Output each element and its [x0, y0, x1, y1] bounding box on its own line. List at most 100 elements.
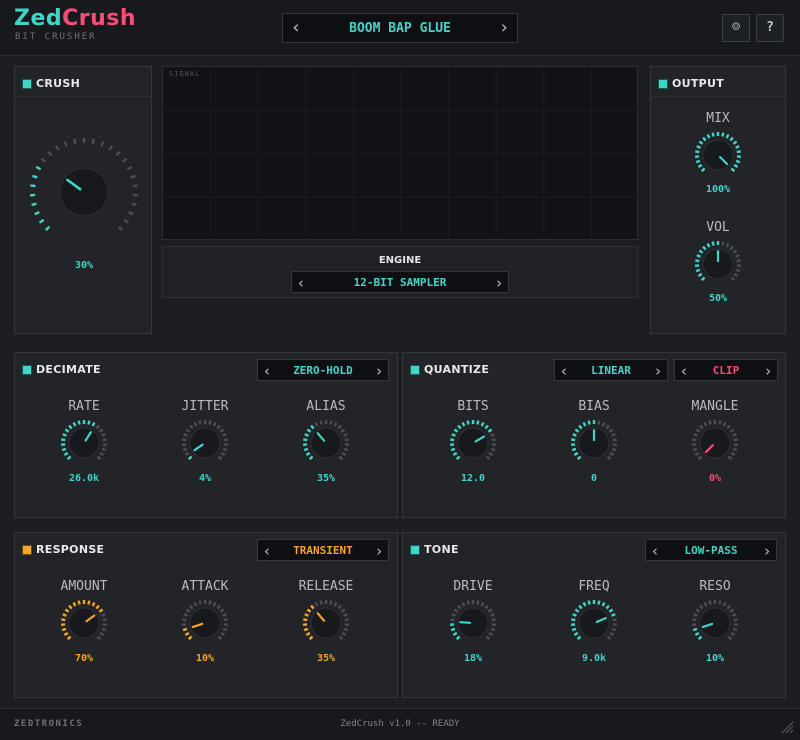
- knob-tick: [198, 420, 202, 425]
- freq-knob[interactable]: [570, 599, 618, 647]
- knob-tick: [91, 421, 96, 427]
- amount-knob[interactable]: [60, 599, 108, 647]
- crush-title: CRUSH: [23, 77, 80, 90]
- knob-tick: [220, 631, 226, 637]
- tone-prev-icon[interactable]: ‹: [646, 540, 664, 562]
- knob-tick: [606, 635, 612, 641]
- knob-tick: [466, 420, 470, 425]
- preset-selector[interactable]: ‹ BOOM BAP GLUE ›: [282, 13, 518, 43]
- knob-tick: [457, 604, 462, 610]
- knob-tick: [183, 433, 188, 437]
- quantize-next-icon[interactable]: ›: [649, 360, 667, 382]
- knob-tick: [101, 627, 107, 632]
- jitter-knob[interactable]: [181, 419, 229, 467]
- decimate-next-icon[interactable]: ›: [370, 360, 388, 382]
- engine-prev-icon[interactable]: ‹: [292, 272, 310, 294]
- mix-knob[interactable]: [694, 131, 742, 179]
- knob-cap: [578, 607, 610, 639]
- knob-tick: [491, 438, 496, 442]
- response-next-icon[interactable]: ›: [370, 540, 388, 562]
- clip-mode-value[interactable]: CLIP: [695, 360, 757, 382]
- knob-tick: [703, 601, 708, 607]
- engine-selector[interactable]: ‹ 12-BIT SAMPLER ›: [291, 271, 509, 293]
- output-title: OUTPUT: [659, 77, 724, 90]
- quantize-led-icon[interactable]: [411, 366, 419, 374]
- knob-tick: [450, 438, 455, 442]
- response-led-icon[interactable]: [23, 546, 31, 554]
- clip-next-icon[interactable]: ›: [759, 360, 777, 382]
- knob-tick: [306, 428, 312, 433]
- theme-button[interactable]: ☺: [722, 14, 750, 42]
- reso-knob[interactable]: [691, 599, 739, 647]
- knob-tick: [31, 202, 37, 207]
- knob-tick: [695, 428, 701, 433]
- knob-tick: [573, 451, 579, 457]
- knob-tick: [697, 163, 703, 169]
- output-led-icon[interactable]: [659, 80, 667, 88]
- alias-knob[interactable]: [302, 419, 350, 467]
- decimate-mode-value[interactable]: ZERO-HOLD: [278, 360, 368, 382]
- decimate-prev-icon[interactable]: ‹: [258, 360, 276, 382]
- knob-tick: [490, 627, 496, 632]
- resize-grip-icon[interactable]: [778, 718, 794, 734]
- drive-knob[interactable]: [449, 599, 497, 647]
- knob-tick: [64, 428, 70, 433]
- quantize-mode-value[interactable]: LINEAR: [575, 360, 647, 382]
- decimate-mode-selector[interactable]: ‹ ZERO-HOLD ›: [257, 359, 389, 381]
- clip-mode-selector[interactable]: ‹ CLIP ›: [674, 359, 778, 381]
- knob-tick: [699, 604, 704, 610]
- alias-value: 35%: [316, 473, 336, 484]
- vol-knob[interactable]: [694, 240, 742, 288]
- quantize-prev-icon[interactable]: ‹: [555, 360, 573, 382]
- crush-knob[interactable]: [29, 137, 139, 247]
- preset-prev-icon[interactable]: ‹: [285, 14, 307, 42]
- mangle-knob[interactable]: [691, 419, 739, 467]
- rate-knob[interactable]: [60, 419, 108, 467]
- knob-tick: [609, 631, 615, 637]
- knob-tick: [732, 433, 737, 437]
- knob-tick: [732, 613, 737, 617]
- bias-knob[interactable]: [570, 419, 618, 467]
- knob-tick: [736, 150, 741, 154]
- response-mode-selector[interactable]: ‹ TRANSIENT ›: [257, 539, 389, 561]
- amount-value: 70%: [74, 653, 94, 664]
- tone-led-icon[interactable]: [411, 546, 419, 554]
- help-button[interactable]: ?: [756, 14, 784, 42]
- knob-tick: [453, 608, 459, 613]
- knob-tick: [597, 420, 601, 425]
- engine-value[interactable]: 12-BIT SAMPLER: [312, 272, 488, 294]
- knob-tick: [612, 618, 617, 622]
- clip-prev-icon[interactable]: ‹: [675, 360, 693, 382]
- knob-tick: [611, 613, 616, 617]
- knob-cap: [189, 607, 221, 639]
- knob-tick: [697, 635, 703, 641]
- bits-knob[interactable]: [449, 419, 497, 467]
- crush-led-icon[interactable]: [23, 80, 31, 88]
- logo: ZedCrush: [14, 6, 136, 31]
- knob-tick: [310, 604, 315, 610]
- preset-name[interactable]: BOOM BAP GLUE: [307, 14, 493, 44]
- response-prev-icon[interactable]: ‹: [258, 540, 276, 562]
- release-knob[interactable]: [302, 599, 350, 647]
- tone-next-icon[interactable]: ›: [758, 540, 776, 562]
- knob-cap: [457, 427, 489, 459]
- response-mode-value[interactable]: TRANSIENT: [278, 540, 368, 562]
- knob-tick: [185, 608, 191, 613]
- tone-mode-value[interactable]: LOW-PASS: [666, 540, 756, 562]
- rate-label: RATE: [68, 399, 100, 414]
- knob-tick: [131, 202, 137, 207]
- quantize-mode-selector[interactable]: ‹ LINEAR ›: [554, 359, 668, 381]
- knob-tick: [341, 631, 347, 637]
- knob-tick: [61, 627, 67, 632]
- attack-knob[interactable]: [181, 599, 229, 647]
- knob-tick: [61, 447, 67, 452]
- mangle-value: 0%: [708, 473, 722, 484]
- knob-tick: [696, 254, 701, 258]
- knob-tick: [182, 618, 187, 622]
- knob-tick: [725, 242, 730, 248]
- knob-tick: [121, 157, 128, 163]
- preset-next-icon[interactable]: ›: [493, 14, 515, 42]
- tone-mode-selector[interactable]: ‹ LOW-PASS ›: [645, 539, 777, 561]
- engine-next-icon[interactable]: ›: [490, 272, 508, 294]
- decimate-led-icon[interactable]: [23, 366, 31, 374]
